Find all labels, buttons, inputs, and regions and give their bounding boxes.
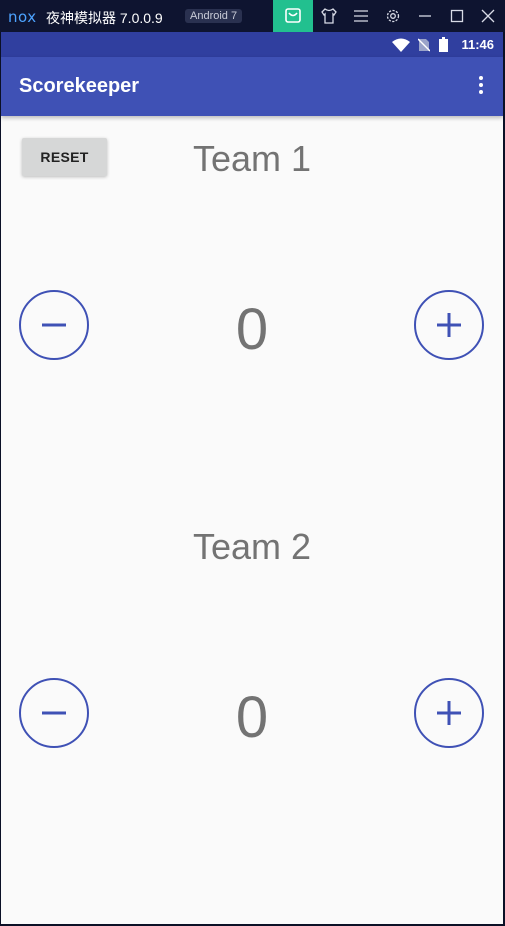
no-sim-icon bbox=[418, 38, 430, 52]
store-button[interactable] bbox=[273, 0, 313, 32]
more-vert-icon[interactable] bbox=[469, 73, 493, 101]
store-icon bbox=[285, 8, 301, 23]
minimize-icon[interactable] bbox=[415, 6, 435, 26]
menu-icon[interactable] bbox=[351, 6, 371, 26]
plus-icon bbox=[437, 313, 461, 337]
phone-screen: 11:46 Scorekeeper RESET Team 1 0 Team 2 … bbox=[1, 32, 503, 924]
wifi-icon bbox=[392, 38, 410, 52]
battery-icon bbox=[439, 37, 448, 52]
team-2-name: Team 2 bbox=[192, 526, 312, 567]
team-2-increment-button[interactable] bbox=[414, 678, 484, 748]
settings-icon[interactable] bbox=[383, 6, 403, 26]
status-time: 11:46 bbox=[461, 37, 494, 52]
emulator-title: 夜神模拟器 7.0.0.9 bbox=[46, 10, 163, 26]
android-version-badge: Android 7 bbox=[185, 9, 243, 23]
team-1-increment-button[interactable] bbox=[414, 290, 484, 360]
nox-logo: nox bbox=[8, 8, 37, 26]
emulator-title-bar: nox 夜神模拟器 7.0.0.9 Android 7 bbox=[0, 0, 505, 32]
status-bar: 11:46 bbox=[1, 32, 503, 57]
close-icon[interactable] bbox=[478, 6, 498, 26]
maximize-icon[interactable] bbox=[447, 6, 467, 26]
app-bar: Scorekeeper bbox=[1, 57, 503, 116]
team-1-name: Team 1 bbox=[192, 138, 312, 179]
plus-icon bbox=[437, 701, 461, 725]
app-title: Scorekeeper bbox=[19, 75, 140, 97]
shirt-icon[interactable] bbox=[319, 6, 339, 26]
